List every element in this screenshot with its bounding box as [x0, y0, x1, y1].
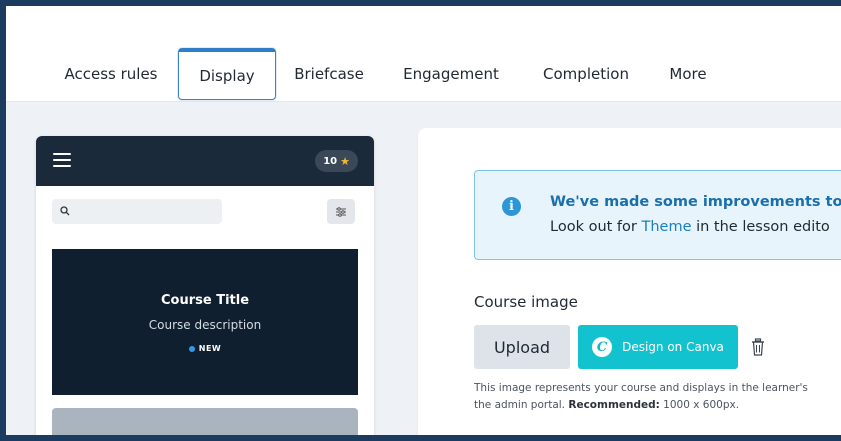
canva-logo-icon: C — [592, 337, 613, 357]
info-text-before: Look out for — [550, 219, 642, 235]
info-banner-text: Look out for Theme in the lesson edito — [550, 219, 830, 235]
top-bar — [6, 6, 841, 46]
info-icon: i — [502, 197, 521, 216]
course-image-help-text: This image represents your course and di… — [474, 380, 841, 414]
display-settings-panel: i We've made some improvements to b Look… — [418, 128, 841, 435]
preview-header: 10 ★ — [36, 136, 374, 186]
new-dot-icon — [188, 345, 195, 352]
tab-bar: Access rules Display Briefcase Engagemen… — [6, 46, 841, 102]
upload-button[interactable]: Upload — [474, 325, 570, 369]
tab-briefcase[interactable]: Briefcase — [284, 48, 374, 100]
tab-access-rules[interactable]: Access rules — [56, 48, 166, 100]
points-count: 10 — [323, 155, 338, 167]
course-description: Course description — [148, 318, 262, 332]
preview-search-input — [52, 199, 222, 224]
mobile-preview: 10 ★ Course Title Course description NEW — [36, 136, 374, 435]
info-banner-title: We've made some improvements to b — [550, 194, 841, 210]
help-line-2-prefix: the admin portal. — [474, 399, 569, 411]
tab-completion[interactable]: Completion — [531, 48, 641, 100]
theme-link[interactable]: Theme — [641, 219, 691, 235]
info-text-after: in the lesson edito — [691, 219, 830, 235]
course-card-preview: Course Title Course description NEW — [52, 249, 358, 395]
new-badge-label: NEW — [198, 344, 222, 353]
recommended-label: Recommended: — [568, 399, 660, 411]
course-title: Course Title — [160, 293, 250, 308]
filter-icon — [327, 199, 355, 224]
design-on-canva-button[interactable]: C Design on Canva — [578, 325, 738, 369]
hamburger-menu-icon — [53, 153, 71, 167]
tab-more[interactable]: More — [658, 48, 718, 100]
points-badge: 10 ★ — [315, 150, 358, 172]
help-line-1: This image represents your course and di… — [474, 382, 808, 394]
new-badge: NEW — [188, 344, 222, 353]
trash-icon[interactable] — [751, 338, 765, 356]
preview-search-row — [36, 186, 374, 238]
help-line-2: the admin portal. Recommended: 1000 x 60… — [474, 397, 841, 414]
course-card-placeholder — [52, 408, 358, 435]
search-icon — [60, 206, 70, 216]
tab-display[interactable]: Display — [178, 48, 276, 100]
tab-engagement[interactable]: Engagement — [396, 48, 506, 100]
recommended-value: 1000 x 600px. — [659, 399, 740, 411]
course-image-label: Course image — [474, 293, 578, 311]
star-icon: ★ — [340, 154, 350, 168]
app-window: Access rules Display Briefcase Engagemen… — [6, 6, 841, 435]
info-banner: i We've made some improvements to b Look… — [474, 170, 841, 260]
canva-button-label: Design on Canva — [622, 340, 724, 354]
